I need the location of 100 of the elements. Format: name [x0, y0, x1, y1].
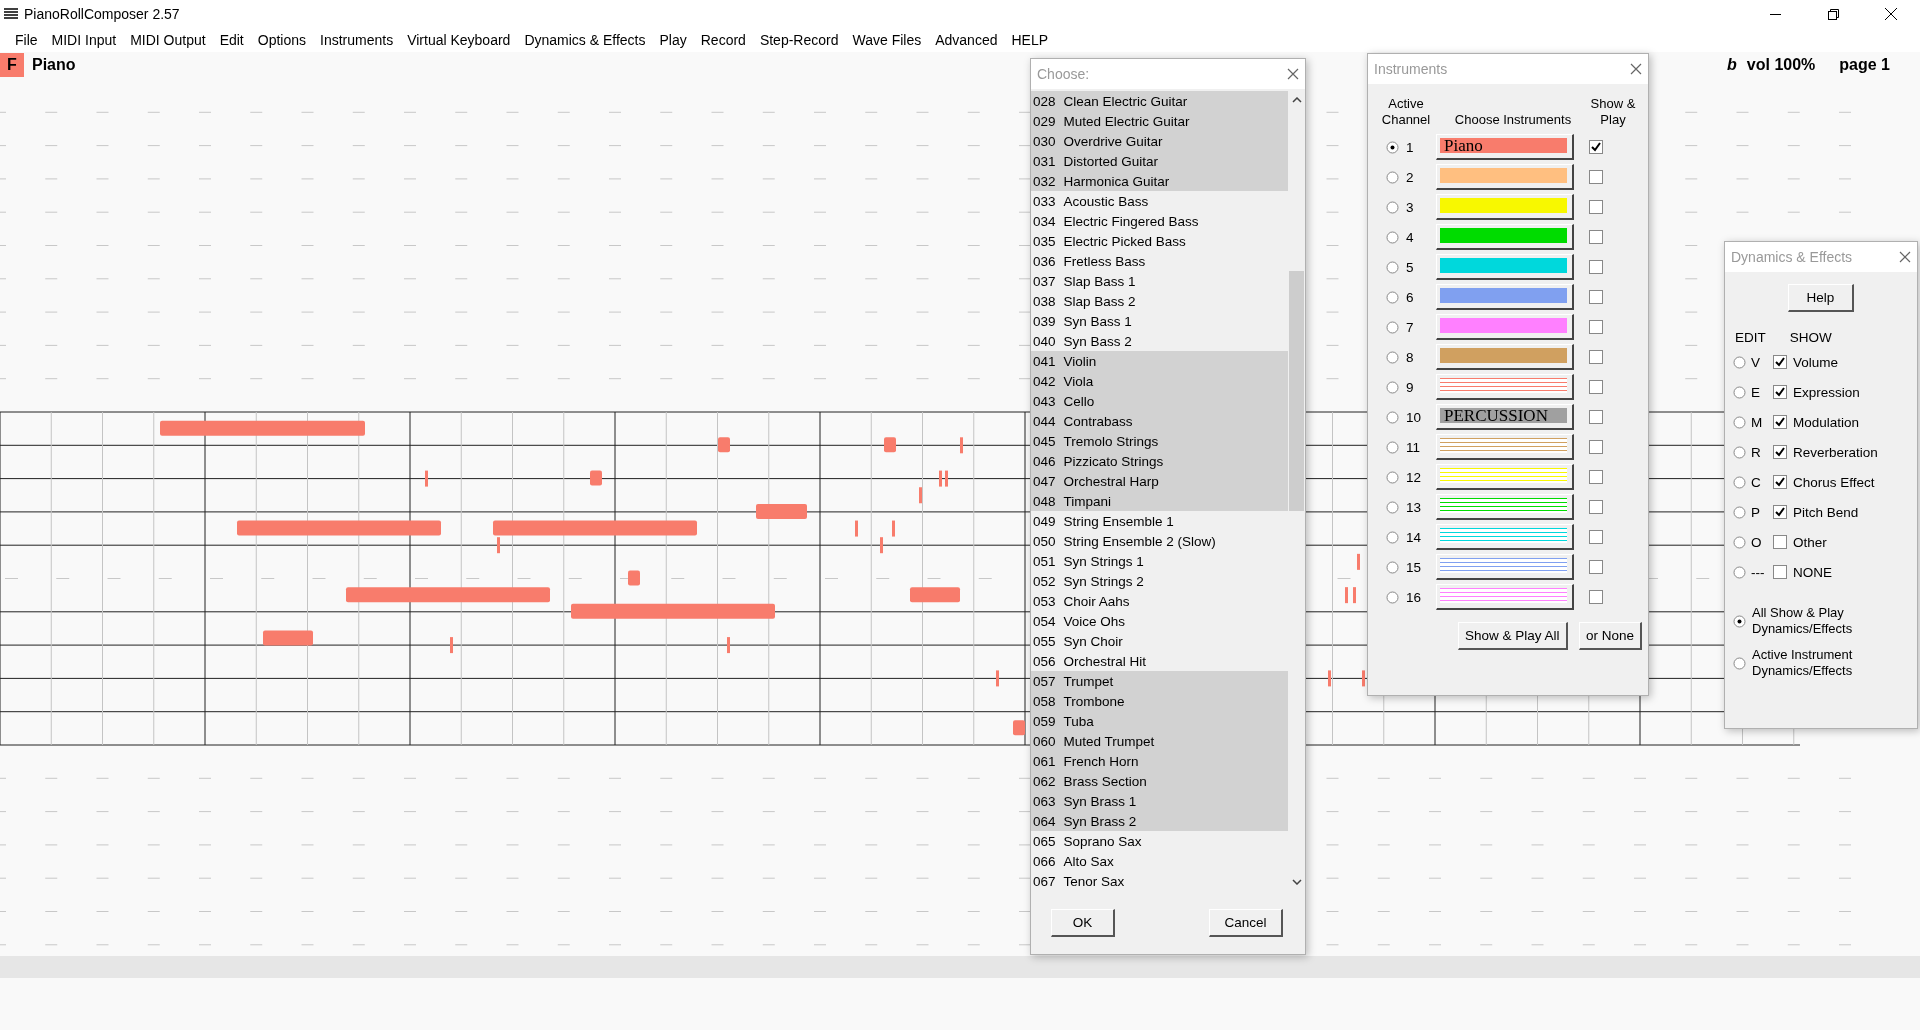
- radio-button[interactable]: [1733, 475, 1746, 489]
- note-bar[interactable]: [892, 520, 895, 537]
- instrument-option[interactable]: 030 Overdrive Guitar: [1031, 131, 1288, 151]
- note-bar[interactable]: [1362, 670, 1365, 687]
- instrument-button[interactable]: [1436, 464, 1574, 490]
- checkbox[interactable]: [1589, 290, 1603, 304]
- menu-icon[interactable]: [4, 8, 18, 20]
- radio-button[interactable]: [1733, 505, 1746, 519]
- radio-button[interactable]: [1386, 380, 1399, 394]
- checkbox[interactable]: [1589, 590, 1603, 604]
- note-bar[interactable]: [727, 637, 730, 654]
- instrument-option[interactable]: 059 Tuba: [1031, 711, 1288, 731]
- instrument-button[interactable]: [1436, 524, 1574, 550]
- instrument-option[interactable]: 060 Muted Trumpet: [1031, 731, 1288, 751]
- menu-item[interactable]: File: [8, 32, 45, 48]
- note-bar[interactable]: [919, 487, 922, 504]
- checkbox[interactable]: [1773, 355, 1787, 369]
- radio-button[interactable]: [1386, 500, 1399, 514]
- radio-button[interactable]: [1386, 410, 1399, 424]
- radio-button[interactable]: [1386, 590, 1399, 604]
- none-button[interactable]: or None: [1578, 622, 1642, 650]
- checkbox[interactable]: [1589, 350, 1603, 364]
- note-bar[interactable]: [571, 603, 775, 619]
- instrument-option[interactable]: 064 Syn Brass 2: [1031, 811, 1288, 831]
- checkbox[interactable]: [1589, 500, 1603, 514]
- checkbox[interactable]: [1589, 560, 1603, 574]
- note-bar[interactable]: [590, 470, 602, 486]
- note-bar[interactable]: [628, 570, 640, 586]
- instrument-option[interactable]: 062 Brass Section: [1031, 771, 1288, 791]
- radio-button[interactable]: [1386, 470, 1399, 484]
- checkbox[interactable]: [1773, 565, 1787, 579]
- note-bar[interactable]: [263, 630, 313, 646]
- instrument-option[interactable]: 057 Trumpet: [1031, 671, 1288, 691]
- note-bar[interactable]: [493, 520, 697, 536]
- note-bar[interactable]: [1345, 587, 1348, 604]
- instrument-option[interactable]: 028 Clean Electric Guitar: [1031, 91, 1288, 111]
- note-bar[interactable]: [756, 503, 807, 519]
- menu-item[interactable]: Options: [250, 32, 313, 48]
- instrument-button[interactable]: [1436, 344, 1574, 370]
- instrument-button[interactable]: [1436, 584, 1574, 610]
- instrument-option[interactable]: 046 Pizzicato Strings: [1031, 451, 1288, 471]
- instrument-option[interactable]: 045 Tremolo Strings: [1031, 431, 1288, 451]
- note-bar[interactable]: [1328, 670, 1331, 687]
- instrument-option[interactable]: 044 Contrabass: [1031, 411, 1288, 431]
- instrument-button[interactable]: [1436, 494, 1574, 520]
- instrument-button[interactable]: [1436, 314, 1574, 340]
- instrument-button[interactable]: [1436, 224, 1574, 250]
- menu-item[interactable]: Virtual Keyboard: [400, 32, 518, 48]
- menu-item[interactable]: Instruments: [313, 32, 401, 48]
- note-bar[interactable]: [1353, 587, 1356, 604]
- instrument-option[interactable]: 047 Orchestral Harp: [1031, 471, 1288, 491]
- checkbox[interactable]: [1589, 200, 1603, 214]
- checkbox[interactable]: [1773, 445, 1787, 459]
- radio-button[interactable]: [1386, 560, 1399, 574]
- checkbox[interactable]: [1773, 505, 1787, 519]
- menu-item[interactable]: MIDI Input: [44, 32, 124, 48]
- note-bar[interactable]: [880, 537, 883, 554]
- instrument-option[interactable]: 032 Harmonica Guitar: [1031, 171, 1288, 191]
- note-bar[interactable]: [945, 470, 948, 487]
- scroll-up-icon[interactable]: [1292, 97, 1302, 103]
- radio-button[interactable]: [1386, 230, 1399, 244]
- menu-item[interactable]: Edit: [212, 32, 251, 48]
- checkbox[interactable]: [1589, 470, 1603, 484]
- radio-button[interactable]: [1733, 415, 1746, 429]
- instrument-button[interactable]: Piano: [1436, 134, 1574, 160]
- instrument-button[interactable]: [1436, 374, 1574, 400]
- menu-item[interactable]: Wave Files: [845, 32, 929, 48]
- note-bar[interactable]: [1013, 720, 1025, 736]
- instrument-button[interactable]: [1436, 194, 1574, 220]
- instrument-button[interactable]: PERCUSSION: [1436, 404, 1574, 430]
- instrument-option[interactable]: 029 Muted Electric Guitar: [1031, 111, 1288, 131]
- note-bar[interactable]: [855, 520, 858, 537]
- note-bar[interactable]: [425, 470, 428, 487]
- note-bar[interactable]: [996, 670, 999, 687]
- radio-button[interactable]: [1386, 260, 1399, 274]
- radio-button[interactable]: [1386, 170, 1399, 184]
- menu-item[interactable]: MIDI Output: [123, 32, 213, 48]
- note-bar[interactable]: [237, 520, 441, 536]
- radio-button[interactable]: [1733, 656, 1746, 670]
- scroll-down-icon[interactable]: [1292, 879, 1302, 885]
- radio-button[interactable]: [1386, 440, 1399, 454]
- menu-item[interactable]: Advanced: [928, 32, 1005, 48]
- show-play-all-button[interactable]: Show & Play All: [1458, 622, 1568, 650]
- instrument-button[interactable]: [1436, 254, 1574, 280]
- instrument-option[interactable]: 041 Violin: [1031, 351, 1288, 371]
- instrument-option[interactable]: 058 Trombone: [1031, 691, 1288, 711]
- instrument-button[interactable]: [1436, 284, 1574, 310]
- checkbox[interactable]: [1773, 415, 1787, 429]
- help-button[interactable]: Help: [1788, 284, 1854, 312]
- radio-button[interactable]: [1733, 355, 1746, 369]
- checkbox[interactable]: [1589, 380, 1603, 394]
- checkbox[interactable]: [1589, 140, 1603, 154]
- checkbox[interactable]: [1589, 230, 1603, 244]
- radio-button[interactable]: [1386, 350, 1399, 364]
- instrument-button[interactable]: [1436, 434, 1574, 460]
- checkbox[interactable]: [1773, 385, 1787, 399]
- radio-button[interactable]: [1386, 290, 1399, 304]
- checkbox[interactable]: [1589, 440, 1603, 454]
- restore-icon[interactable]: [1827, 8, 1839, 20]
- instrument-option[interactable]: 063 Syn Brass 1: [1031, 791, 1288, 811]
